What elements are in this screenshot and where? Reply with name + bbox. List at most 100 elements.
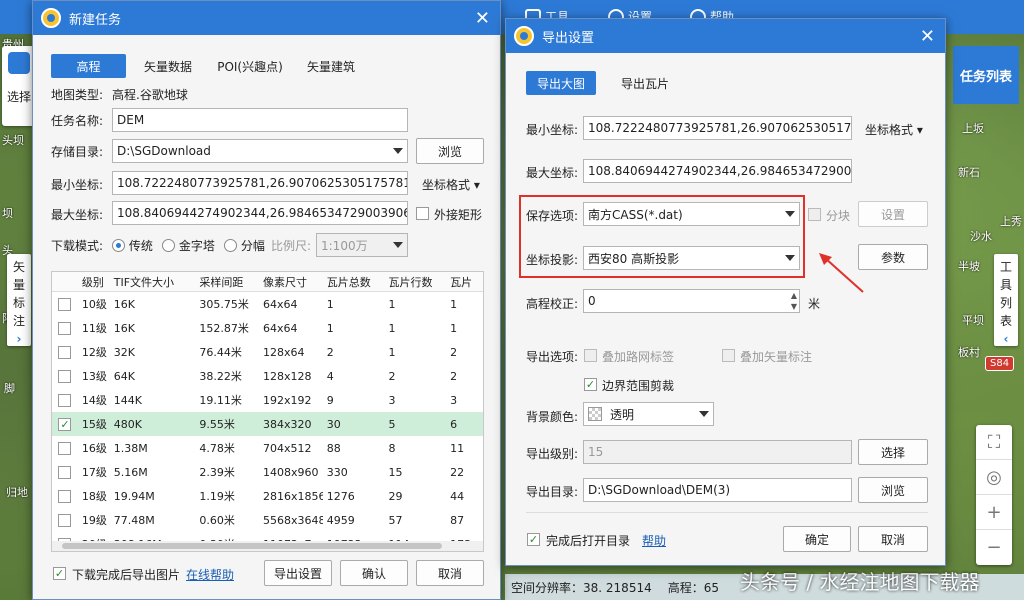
task-list-button[interactable]: 任务列表: [953, 46, 1019, 104]
table-row[interactable]: 14级 144K 19.11米 192x192 9 3 3: [52, 388, 483, 412]
min-coord-field[interactable]: 108.7222480773925781,26.9070625305175781: [583, 116, 852, 140]
max-coord-label: 最大坐标:: [51, 208, 104, 222]
tab-poi[interactable]: POI(兴趣点): [210, 54, 290, 78]
overlay-road-checkbox[interactable]: [584, 349, 597, 362]
outer-rect-label: 外接矩形: [434, 208, 483, 222]
table-row[interactable]: ✓ 15级 480K 9.55米 384x320 30 5 6: [52, 412, 483, 436]
table-row[interactable]: 18级 19.94M 1.19米 2816x1856 1276 29 44: [52, 484, 483, 508]
table-cell: 4: [326, 369, 334, 383]
table-row[interactable]: 13级 64K 38.22米 128x128 4 2 2: [52, 364, 483, 388]
chevron-down-icon: [393, 148, 403, 154]
coord-format-dropdown[interactable]: 坐标格式 ▾: [865, 121, 923, 138]
browse-button[interactable]: 浏览: [416, 138, 484, 164]
tab-export-tiles[interactable]: 导出瓦片: [612, 71, 678, 95]
projection-select[interactable]: 西安80 高斯投影: [583, 246, 800, 270]
column-header[interactable]: 瓦片行数: [384, 272, 446, 291]
watermark: 头条号 / 水经注地图下载器: [740, 570, 980, 594]
split-checkbox[interactable]: [808, 208, 821, 221]
max-coord-field[interactable]: 108.8406944274902344,26.9846534729003906: [112, 201, 408, 225]
row-checkbox[interactable]: [58, 513, 72, 527]
settings-button[interactable]: 设置: [858, 201, 928, 227]
export-dir-field[interactable]: D:\SGDownload\DEM(3): [583, 478, 852, 502]
table-cell: 16K: [113, 321, 135, 335]
mode-traditional[interactable]: 传统: [112, 237, 153, 254]
select-level-button[interactable]: 选择: [858, 439, 928, 465]
outer-rect-checkbox[interactable]: [416, 207, 429, 220]
table-row[interactable]: 19级 77.48M 0.60米 5568x3648 4959 57 87: [52, 508, 483, 532]
elevation-unit: 米: [808, 297, 821, 311]
horizontal-scrollbar[interactable]: [52, 541, 483, 551]
table-row[interactable]: 17级 5.16M 2.39米 1408x960 330 15 22: [52, 460, 483, 484]
confirm-button[interactable]: 确认: [340, 560, 408, 586]
open-after-checkbox[interactable]: ✓: [527, 533, 540, 546]
table-row[interactable]: 12级 32K 76.44米 128x64 2 1 2: [52, 340, 483, 364]
overlay-vector-checkbox[interactable]: [722, 349, 735, 362]
scale-select[interactable]: 1:100万: [316, 233, 408, 257]
row-checkbox[interactable]: [58, 465, 72, 479]
row-checkbox[interactable]: [58, 441, 72, 455]
ok-button[interactable]: 确定: [783, 526, 851, 552]
zoom-out-icon[interactable]: −: [976, 530, 1012, 565]
dialog-title: 导出设置: [542, 30, 595, 46]
mode-pyramid[interactable]: 金字塔: [162, 237, 215, 254]
table-row[interactable]: 10级 16K 305.75米 64x64 1 1 1: [52, 292, 483, 316]
vector-annotation-tab[interactable]: 矢量标注 ›: [7, 254, 31, 346]
projection-label: 坐标投影:: [526, 253, 579, 267]
table-cell: 1: [450, 321, 458, 335]
row-checkbox[interactable]: [58, 393, 72, 407]
select-tool-button[interactable]: 选择: [2, 46, 36, 126]
row-checkbox[interactable]: [58, 369, 72, 383]
row-checkbox[interactable]: ✓: [58, 417, 72, 431]
storage-dir-select[interactable]: D:\SGDownload: [112, 139, 408, 163]
border-clip-checkbox[interactable]: ✓: [584, 378, 597, 391]
map-label: 平坝: [962, 314, 984, 327]
browse-dir-button[interactable]: 浏览: [858, 477, 928, 503]
column-header[interactable]: 采样间距: [195, 272, 259, 291]
coord-format-dropdown[interactable]: 坐标格式 ▾: [422, 176, 480, 193]
bg-color-select[interactable]: 透明: [583, 402, 714, 426]
export-level-field[interactable]: 15: [583, 440, 852, 464]
tool-list-tab[interactable]: 工具列表 ‹: [994, 254, 1018, 346]
tab-vector-building[interactable]: 矢量建筑: [298, 54, 364, 78]
row-checkbox[interactable]: [58, 321, 72, 335]
fullscreen-icon[interactable]: ⛶: [976, 425, 1012, 460]
column-header[interactable]: 瓦片: [446, 272, 483, 291]
task-name-field[interactable]: DEM: [112, 108, 408, 132]
table-row[interactable]: 11级 16K 152.87米 64x64 1 1 1: [52, 316, 483, 340]
table-cell: 76.44米: [199, 346, 242, 359]
help-link[interactable]: 帮助: [642, 532, 666, 549]
column-header[interactable]: 级别: [78, 272, 110, 291]
cancel-button[interactable]: 取消: [416, 560, 484, 586]
row-checkbox[interactable]: [58, 489, 72, 503]
mode-tiled[interactable]: 分幅: [224, 237, 265, 254]
max-coord-field[interactable]: 108.8406944274902344,26.9846534729003906: [583, 159, 852, 183]
params-button[interactable]: 参数: [858, 244, 928, 270]
tab-export-image[interactable]: 导出大图: [526, 71, 596, 95]
map-label: 头坝: [2, 134, 24, 147]
column-header[interactable]: TIF文件大小: [110, 272, 196, 291]
cancel-button[interactable]: 取消: [858, 526, 928, 552]
online-help-link[interactable]: 在线帮助: [186, 566, 234, 583]
close-icon[interactable]: ✕: [475, 8, 490, 29]
close-icon[interactable]: ✕: [920, 26, 935, 47]
min-coord-field[interactable]: 108.7222480773925781,26.9070625305175781: [112, 171, 408, 195]
tab-elevation[interactable]: 高程: [51, 54, 126, 78]
column-header[interactable]: 像素尺寸: [259, 272, 323, 291]
locate-icon[interactable]: ◎: [976, 460, 1012, 495]
table-cell: 11级: [81, 322, 107, 335]
table-cell: 15: [388, 465, 403, 479]
save-option-select[interactable]: 南方CASS(*.dat): [583, 202, 800, 226]
table-row[interactable]: 16级 1.38M 4.78米 704x512 88 8 11: [52, 436, 483, 460]
row-checkbox[interactable]: [58, 345, 72, 359]
elevation-stepper[interactable]: 0 ▲ ▼: [583, 289, 800, 313]
zoom-in-icon[interactable]: +: [976, 495, 1012, 530]
export-after-checkbox[interactable]: ✓: [53, 567, 66, 580]
table-cell: 1: [326, 321, 334, 335]
select-icon: [8, 52, 30, 74]
stepper-arrows-icon[interactable]: ▲ ▼: [791, 290, 797, 312]
column-header[interactable]: 瓦片总数: [323, 272, 385, 291]
table-cell: 2: [450, 345, 458, 359]
row-checkbox[interactable]: [58, 297, 72, 311]
export-settings-button[interactable]: 导出设置: [264, 560, 332, 586]
tab-vector-data[interactable]: 矢量数据: [135, 54, 201, 78]
